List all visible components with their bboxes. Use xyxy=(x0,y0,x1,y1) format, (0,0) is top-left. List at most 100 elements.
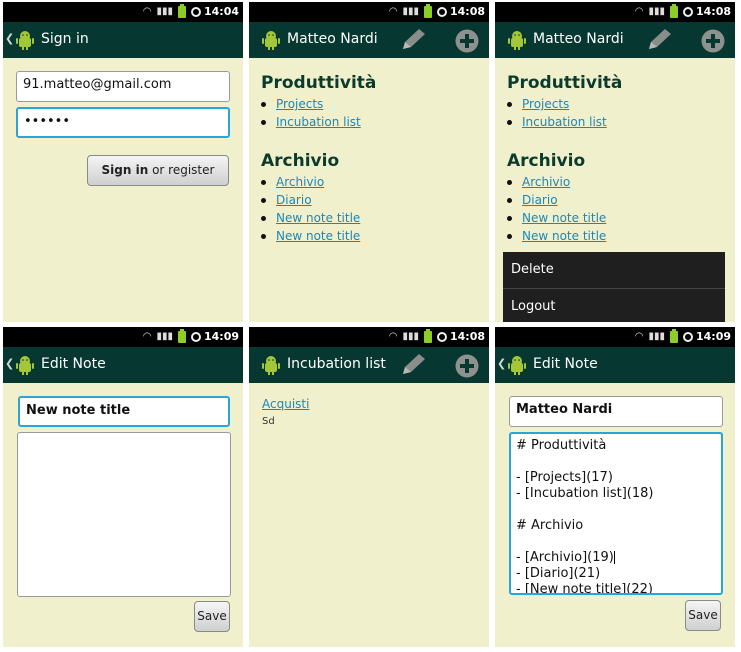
signal-icon: ▮▮▮ xyxy=(402,6,419,17)
wifi-icon: ◠ xyxy=(388,6,398,17)
note-title-field[interactable]: New note title xyxy=(18,396,230,427)
alarm-icon xyxy=(683,332,693,342)
back-chevron-icon[interactable]: ❮ xyxy=(497,357,506,370)
note-link[interactable]: Projects xyxy=(276,97,323,111)
note-link[interactable]: New note title xyxy=(276,229,360,243)
options-menu: Delete Logout xyxy=(503,252,725,322)
note-link[interactable]: Incubation list xyxy=(522,115,607,129)
note-link[interactable]: Archivio xyxy=(276,175,324,189)
note-body-field[interactable] xyxy=(17,432,231,597)
title-bar: ❮ Edit Note xyxy=(3,347,243,383)
status-bar: ◠ ▮▮▮ 14:09 xyxy=(495,327,735,347)
email-field[interactable]: 91.matteo@gmail.com xyxy=(16,71,230,102)
archive-list: Archivio Diario New note title New note … xyxy=(261,173,360,245)
note-link[interactable]: Archivio xyxy=(522,175,570,189)
android-app-icon[interactable] xyxy=(261,30,281,50)
android-app-icon[interactable] xyxy=(15,355,35,375)
section-heading-produttivita: Produttività xyxy=(507,73,623,93)
note-body-field[interactable]: # Produttività - [Projects](17) - [Incub… xyxy=(509,432,723,595)
wifi-icon: ◠ xyxy=(142,6,152,17)
status-bar: ◠ ▮▮▮ 14:08 xyxy=(495,2,735,22)
email-field-value: 91.matteo@gmail.com xyxy=(23,77,172,92)
note-title-value: Matteo Nardi xyxy=(516,402,613,417)
note-body-line-with-caret: - [Archivio](19) xyxy=(516,550,716,566)
list-item: Incubation list xyxy=(261,113,361,131)
screen-sign-in: ◠ ▮▮▮ 14:04 ❮ Sign in 91.matteo@gmail.co… xyxy=(3,2,243,322)
note-body-line: - [New note title](22) xyxy=(516,582,653,595)
alarm-icon xyxy=(437,7,447,17)
pencil-icon[interactable] xyxy=(399,27,429,53)
productivity-list: Projects Incubation list xyxy=(261,95,361,131)
text-caret xyxy=(613,551,615,564)
android-app-icon[interactable] xyxy=(261,355,281,375)
list-item: Projects xyxy=(261,95,361,113)
menu-item-logout[interactable]: Logout xyxy=(503,289,725,322)
note-body-line: - [Diario](21) xyxy=(516,566,601,581)
alarm-icon xyxy=(683,7,693,17)
sign-in-button-label: Sign in xyxy=(101,163,149,177)
note-link[interactable]: Projects xyxy=(522,97,569,111)
signal-icon: ▮▮▮ xyxy=(156,6,173,17)
add-note-icon[interactable] xyxy=(701,29,725,53)
note-text: Sd xyxy=(262,416,275,427)
bullet xyxy=(507,215,512,221)
screen-title: Sign in xyxy=(41,31,89,47)
status-bar: ◠ ▮▮▮ 14:09 xyxy=(3,327,243,347)
note-link[interactable]: New note title xyxy=(522,211,606,225)
bullet xyxy=(507,233,512,239)
list-item: New note title xyxy=(261,209,360,227)
back-chevron-icon[interactable]: ❮ xyxy=(5,32,14,45)
battery-icon xyxy=(424,4,432,18)
wifi-icon: ◠ xyxy=(142,331,152,342)
alarm-icon xyxy=(191,7,201,17)
bullet xyxy=(261,101,266,107)
bullet xyxy=(261,233,266,239)
list-item: Archivio xyxy=(261,173,360,191)
screen-notes: ◠ ▮▮▮ 14:08 Matteo Nardi Produttività Pr… xyxy=(249,2,489,322)
android-app-icon[interactable] xyxy=(507,30,527,50)
note-link[interactable]: New note title xyxy=(276,211,360,225)
password-field[interactable]: •••••• xyxy=(16,107,230,138)
save-button-label: Save xyxy=(688,608,718,622)
screen-edit-note-new: ◠ ▮▮▮ 14:09 ❮ Edit Note New note title S… xyxy=(3,327,243,647)
android-app-icon[interactable] xyxy=(15,30,35,50)
list-item: New note title xyxy=(507,227,606,245)
bullet xyxy=(507,179,512,185)
note-title-field[interactable]: Matteo Nardi xyxy=(509,396,723,427)
note-body-line xyxy=(516,454,716,470)
add-note-icon[interactable] xyxy=(455,29,479,53)
status-time: 14:09 xyxy=(695,330,731,343)
menu-item-label: Logout xyxy=(511,299,556,314)
wifi-icon: ◠ xyxy=(634,331,644,342)
screen-title: Matteo Nardi xyxy=(287,31,378,47)
note-body-line: # Produttività xyxy=(516,438,607,453)
note-link-acquisti[interactable]: Acquisti xyxy=(262,397,309,411)
status-time: 14:08 xyxy=(449,330,485,343)
pencil-icon[interactable] xyxy=(399,352,429,378)
status-bar: ◠ ▮▮▮ 14:08 xyxy=(249,2,489,22)
note-link[interactable]: Diario xyxy=(276,193,312,207)
note-link[interactable]: New note title xyxy=(522,229,606,243)
wifi-icon: ◠ xyxy=(634,6,644,17)
sign-in-button[interactable]: Sign in or register xyxy=(87,155,229,186)
register-label: or register xyxy=(148,163,215,177)
save-button[interactable]: Save xyxy=(194,601,230,632)
menu-item-delete[interactable]: Delete xyxy=(503,252,725,288)
note-link[interactable]: Incubation list xyxy=(276,115,361,129)
add-note-icon[interactable] xyxy=(455,354,479,378)
android-app-icon[interactable] xyxy=(507,355,527,375)
title-bar: ❮ Edit Note xyxy=(495,347,735,383)
archive-list: Archivio Diario New note title New note … xyxy=(507,173,606,245)
bullet xyxy=(261,197,266,203)
status-time: 14:08 xyxy=(695,5,731,18)
note-link[interactable]: Diario xyxy=(522,193,558,207)
signal-icon: ▮▮▮ xyxy=(648,331,665,342)
back-chevron-icon[interactable]: ❮ xyxy=(5,357,14,370)
battery-icon xyxy=(670,329,678,343)
pencil-icon[interactable] xyxy=(645,27,675,53)
screen-edit-note-existing: ◠ ▮▮▮ 14:09 ❮ Edit Note Matteo Nardi # P… xyxy=(495,327,735,647)
save-button-label: Save xyxy=(197,609,227,623)
screen-title: Edit Note xyxy=(533,356,598,372)
screen-title: Edit Note xyxy=(41,356,106,372)
save-button[interactable]: Save xyxy=(685,600,721,631)
